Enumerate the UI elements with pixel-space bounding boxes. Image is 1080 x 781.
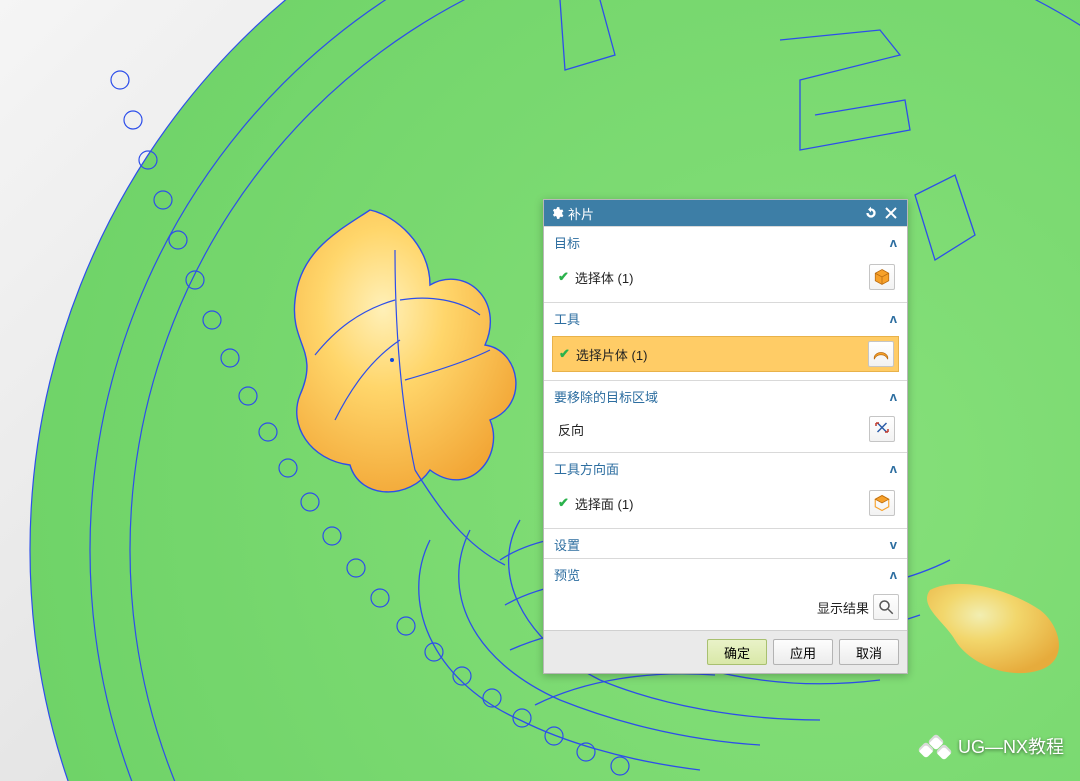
chevron-up-icon: ʌ <box>890 311 897 326</box>
section-tool-header[interactable]: 工具 ʌ <box>544 303 907 332</box>
reverse-label: 反向 <box>558 420 584 439</box>
section-remove-region-title: 要移除的目标区域 <box>554 387 658 406</box>
ok-button[interactable]: 确定 <box>707 639 767 665</box>
section-remove-region-header[interactable]: 要移除的目标区域 ʌ <box>544 381 907 410</box>
chevron-down-icon: v <box>890 537 897 552</box>
gear-icon <box>550 206 564 220</box>
chevron-up-icon: ʌ <box>890 389 897 404</box>
check-icon: ✔ <box>558 495 569 511</box>
select-face-button[interactable] <box>869 490 895 516</box>
select-sheet-label[interactable]: 选择片体 (1) <box>576 345 868 364</box>
wechat-icon <box>920 734 950 758</box>
dialog-footer: 确定 应用 取消 <box>544 630 907 673</box>
select-face-label[interactable]: 选择面 (1) <box>575 494 869 513</box>
reset-icon[interactable] <box>861 203 881 223</box>
check-icon: ✔ <box>559 346 570 362</box>
section-settings-title: 设置 <box>554 535 580 554</box>
dialog-titlebar[interactable]: 补片 <box>544 200 907 226</box>
apply-button[interactable]: 应用 <box>773 639 833 665</box>
select-body-label[interactable]: 选择体 (1) <box>575 268 869 287</box>
section-settings-header[interactable]: 设置 v <box>544 529 907 558</box>
section-preview-title: 预览 <box>554 565 580 584</box>
show-result-button[interactable] <box>873 594 899 620</box>
chevron-up-icon: ʌ <box>890 567 897 582</box>
reverse-direction-button[interactable] <box>869 416 895 442</box>
section-tooldirface-header[interactable]: 工具方向面 ʌ <box>544 453 907 482</box>
chevron-up-icon: ʌ <box>890 461 897 476</box>
dialog-title: 补片 <box>568 204 594 223</box>
select-body-button[interactable] <box>869 264 895 290</box>
close-icon[interactable] <box>881 203 901 223</box>
watermark: UG—NX教程 <box>920 733 1064 759</box>
check-icon: ✔ <box>558 269 569 285</box>
section-preview-header[interactable]: 预览 ʌ <box>544 559 907 588</box>
show-result-label: 显示结果 <box>817 598 869 617</box>
chevron-up-icon: ʌ <box>890 235 897 250</box>
watermark-text: UG—NX教程 <box>958 733 1064 759</box>
section-target-header[interactable]: 目标 ʌ <box>544 227 907 256</box>
cancel-button[interactable]: 取消 <box>839 639 899 665</box>
select-sheet-button[interactable] <box>868 341 894 367</box>
cad-viewport[interactable] <box>0 0 1080 781</box>
patch-dialog: 补片 目标 ʌ ✔ 选择体 (1) 工具 ʌ <box>543 199 908 674</box>
section-tool-title: 工具 <box>554 309 580 328</box>
section-tooldirface-title: 工具方向面 <box>554 459 619 478</box>
section-target-title: 目标 <box>554 233 580 252</box>
